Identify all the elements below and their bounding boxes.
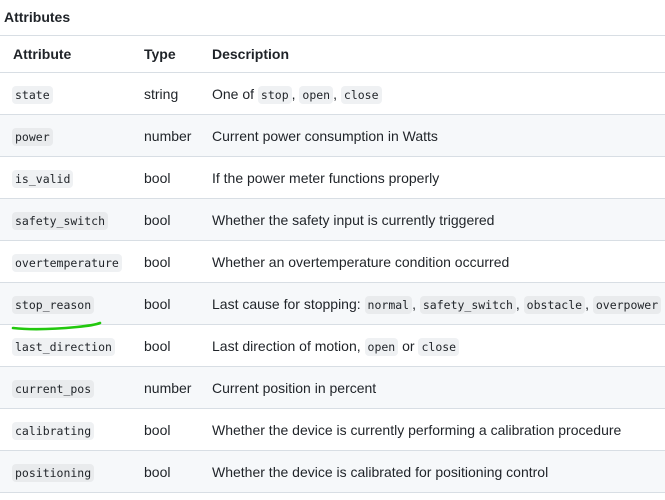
attribute-cell: positioning: [0, 450, 144, 493]
description-cell: Last cause for stopping: normal, safety_…: [212, 282, 665, 325]
attribute-name-code: overtemperature: [12, 253, 122, 272]
description-prefix: Whether the device is currently performi…: [212, 421, 622, 438]
description-cell: One of stop, open, close: [212, 72, 665, 115]
description-cell: Current power consumption in Watts: [212, 114, 665, 157]
attribute-cell: state: [0, 72, 144, 115]
type-cell: bool: [144, 324, 212, 367]
attribute-name-code: power: [12, 127, 53, 146]
attribute-name-code: state: [12, 85, 53, 104]
description-value-code: overpower: [592, 295, 662, 314]
table-row: last_direction bool Last direction of moti…: [0, 324, 665, 367]
table-row: positioning bool Whether the device is cal…: [0, 450, 665, 493]
attribute-cell: last_direction: [0, 324, 144, 367]
attribute-cell: power: [0, 114, 144, 157]
description-value-code: open: [299, 85, 334, 104]
description-text: Whether an overtemperature condition occ…: [212, 254, 509, 270]
description-text: Last cause for stopping: normal, safety_…: [212, 295, 662, 314]
attribute-cell: current_pos: [0, 366, 144, 409]
table-body: state string One of stop, open, close power…: [0, 72, 665, 493]
description-separator: ,: [515, 295, 524, 312]
table-row: is_valid bool If the power meter functions…: [0, 156, 665, 199]
type-cell: bool: [144, 240, 212, 283]
description-value-code: safety_switch: [419, 295, 516, 314]
description-value-code: open: [364, 337, 399, 356]
column-header-attribute: Attribute: [0, 35, 144, 73]
description-value-code: normal: [364, 295, 413, 314]
column-header-description: Description: [212, 35, 665, 73]
type-cell: bool: [144, 282, 212, 325]
description-value-code: stop: [257, 85, 292, 104]
attribute-name-code: calibrating: [12, 421, 95, 440]
table-row: overtemperature bool Whether an overtemper…: [0, 240, 665, 283]
description-text: Last direction of motion, open or close: [212, 337, 460, 356]
attribute-name-code: is_valid: [12, 169, 74, 188]
description-separator: ,: [412, 295, 420, 312]
description-prefix: If the power meter functions properly: [212, 169, 440, 186]
type-cell: bool: [144, 198, 212, 241]
description-cell: Whether the device is calibrated for pos…: [212, 450, 665, 493]
description-text: Whether the device is calibrated for pos…: [212, 464, 548, 480]
type-cell: string: [144, 72, 212, 115]
description-prefix: One of: [212, 85, 258, 102]
description-value-code: close: [418, 337, 460, 356]
type-cell: number: [144, 114, 212, 157]
attribute-cell: overtemperature: [0, 240, 144, 283]
description-prefix: Last direction of motion,: [212, 337, 365, 354]
description-prefix: Last cause for stopping:: [212, 295, 365, 312]
description-text: One of stop, open, close: [212, 85, 382, 104]
type-cell: bool: [144, 156, 212, 199]
description-cell: If the power meter functions properly: [212, 156, 665, 199]
attribute-cell: safety_switch: [0, 198, 144, 241]
description-text: Whether the safety input is currently tr…: [212, 212, 494, 228]
table-row: calibrating bool Whether the device is cur…: [0, 408, 665, 451]
description-text: Current power consumption in Watts: [212, 128, 438, 144]
type-cell: bool: [144, 450, 212, 493]
description-separator: ,: [585, 295, 593, 312]
description-cell: Whether the device is currently performi…: [212, 408, 665, 451]
description-text: Whether the device is currently performi…: [212, 422, 621, 438]
attribute-cell: is_valid: [0, 156, 144, 199]
attribute-cell: stop_reason: [0, 282, 144, 325]
description-prefix: Whether the device is calibrated for pos…: [212, 463, 549, 480]
description-text: If the power meter functions properly: [212, 170, 439, 186]
type-cell: bool: [144, 408, 212, 451]
attributes-table: Attribute Type Description state string On…: [0, 35, 665, 493]
attribute-name-code: positioning: [12, 463, 95, 482]
table-row: safety_switch bool Whether the safety inpu…: [0, 198, 665, 241]
table-row: state string One of stop, open, close: [0, 72, 665, 115]
description-cell: Whether the safety input is currently tr…: [212, 198, 665, 241]
table-row: power number Current power consumption in …: [0, 114, 665, 157]
attribute-cell: calibrating: [0, 408, 144, 451]
attribute-name-code: last_direction: [12, 337, 115, 356]
description-value-code: close: [340, 85, 382, 104]
table-header-row: Attribute Type Description: [0, 35, 665, 73]
attribute-name-code: current_pos: [12, 379, 95, 398]
description-cell: Last direction of motion, open or close: [212, 324, 665, 367]
description-cell: Whether an overtemperature condition occ…: [212, 240, 665, 283]
description-prefix: Current position in percent: [212, 379, 377, 396]
attribute-name-code: stop_reason: [12, 295, 95, 314]
description-text: Current position in percent: [212, 380, 376, 396]
description-prefix: Whether the safety input is currently tr…: [212, 211, 495, 228]
page-title: Attributes: [4, 9, 71, 25]
type-cell: number: [144, 366, 212, 409]
description-prefix: Whether an overtemperature condition occ…: [212, 253, 510, 270]
description-prefix: Current power consumption in Watts: [212, 127, 438, 144]
description-cell: Current position in percent: [212, 366, 665, 409]
description-separator: or: [398, 337, 419, 354]
column-header-type: Type: [144, 35, 212, 73]
table-row: current_pos number Current position in per…: [0, 366, 665, 409]
table-row: stop_reason bool Last cause for stopping: …: [0, 282, 665, 325]
attribute-name-code: safety_switch: [12, 211, 109, 230]
description-separator: ,: [333, 85, 341, 102]
description-value-code: obstacle: [523, 295, 586, 314]
